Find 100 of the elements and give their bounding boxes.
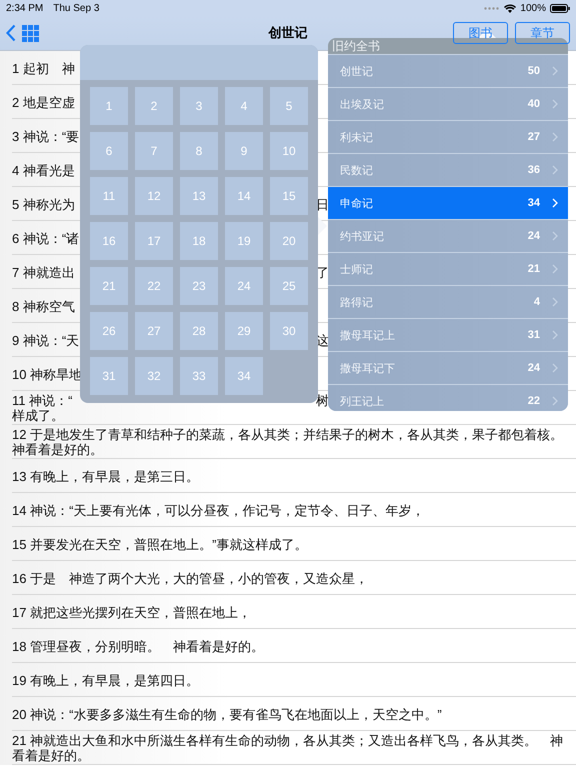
book-name: 出埃及记 <box>340 98 385 112</box>
chapter-cell[interactable]: 15 <box>270 177 308 215</box>
chapter-count: 27 <box>528 131 540 143</box>
book-name: 列王记上 <box>340 394 385 408</box>
verse-text: 3 神说：“要 <box>12 128 80 144</box>
chapter-cell[interactable]: 17 <box>135 222 173 260</box>
chevron-icon <box>552 99 558 109</box>
chapter-cell[interactable]: 27 <box>135 312 173 350</box>
battery-icon <box>550 4 570 12</box>
grid-icon[interactable] <box>22 24 39 42</box>
chapter-cell[interactable]: 1 <box>90 87 128 125</box>
chevron-icon <box>552 330 558 340</box>
chapter-cell[interactable]: 3 <box>180 87 218 125</box>
chapter-cell[interactable]: 19 <box>225 222 263 260</box>
chapter-cell[interactable]: 29 <box>225 312 263 350</box>
chapter-count: 31 <box>528 329 540 341</box>
chevron-icon <box>552 66 558 76</box>
book-name: 路得记 <box>340 296 374 310</box>
chapter-cell[interactable]: 9 <box>225 132 263 170</box>
chapter-cell[interactable]: 13 <box>180 177 218 215</box>
book-row[interactable]: 民数记 36 <box>328 153 568 186</box>
chapter-cell[interactable]: 10 <box>270 132 308 170</box>
chapter-cell[interactable]: 21 <box>90 267 128 305</box>
chapter-count: 24 <box>528 362 540 374</box>
chapter-count: 4 <box>534 296 540 308</box>
verse-text: 1 起初 神 <box>12 60 75 76</box>
book-row[interactable]: 利未记 27 <box>328 120 568 153</box>
chapter-cell[interactable]: 28 <box>180 312 218 350</box>
book-name: 申命记 <box>340 196 374 210</box>
chapter-count: 22 <box>528 395 540 407</box>
verse-text: 2 地是空虚 <box>12 94 75 110</box>
chapter-count: 21 <box>528 263 540 275</box>
book-row[interactable]: 创世记 50 <box>328 54 568 87</box>
chapter-cell[interactable]: 33 <box>180 357 218 395</box>
verse-text: 树 <box>316 393 329 408</box>
chevron-icon <box>552 363 558 373</box>
nav-title: 创世记 <box>268 24 308 42</box>
chapter-cell[interactable]: 23 <box>180 267 218 305</box>
chapter-cell[interactable]: 4 <box>225 87 263 125</box>
verse-text: 12 于是地发生了青草和结种子的菜蔬，各从其类；并结果子的树木，各从其类，果子都包着核。神看着是好的。 <box>12 427 564 457</box>
chapter-cell[interactable]: 34 <box>225 357 263 395</box>
chapter-cell[interactable]: 20 <box>270 222 308 260</box>
verse-text: 8 神称空气 <box>12 298 75 314</box>
chapter-count: 50 <box>528 65 540 77</box>
chapter-cell[interactable]: 7 <box>135 132 173 170</box>
chapter-cell[interactable]: 24 <box>225 267 263 305</box>
chapter-cell[interactable]: 26 <box>90 312 128 350</box>
chevron-icon <box>552 396 558 406</box>
book-name: 民数记 <box>340 164 374 178</box>
popover-title: 旧约全书 <box>332 38 380 54</box>
chevron-icon <box>552 231 558 241</box>
verse-text: 5 神称光为 <box>12 196 75 212</box>
chapter-cell[interactable]: 6 <box>90 132 128 170</box>
chapter-cell[interactable]: 5 <box>270 87 308 125</box>
book-row[interactable]: 列王记上 22 <box>328 384 568 411</box>
book-row[interactable]: 士师记 21 <box>328 252 568 285</box>
chevron-icon <box>552 165 558 175</box>
chapter-cell[interactable]: 8 <box>180 132 218 170</box>
verse-text: 了 <box>316 264 329 280</box>
chapter-cell[interactable]: 11 <box>90 177 128 215</box>
book-name: 士师记 <box>340 262 374 276</box>
verse-text: 日 <box>316 196 329 212</box>
verse-text: 14 神说：“天上要有光体，可以分昼夜，作记号，定节令、日子、年岁， <box>12 502 424 518</box>
chapter-count: 36 <box>528 164 540 176</box>
verse-text: 17 就把这些光摆列在天空，普照在地上， <box>12 604 252 620</box>
verse-text: 9 神说：“天 <box>12 332 80 348</box>
book-row[interactable]: 申命记 34 <box>328 186 568 219</box>
verse-text: 16 于是 神造了两个大光，大的管昼，小的管夜，又造众星， <box>12 570 368 586</box>
verse-text: 19 有晚上，有早晨，是第四日。 <box>12 672 200 688</box>
chapter-cell[interactable]: 32 <box>135 357 173 395</box>
status-time: 2:34 PM <box>6 2 44 14</box>
verse-text: 13 有晚上，有早晨，是第三日。 <box>12 468 200 484</box>
book-row[interactable]: 出埃及记 40 <box>328 87 568 120</box>
chapter-cell[interactable]: 12 <box>135 177 173 215</box>
chapter-cell[interactable]: 25 <box>270 267 308 305</box>
book-row[interactable]: 约书亚记 24 <box>328 219 568 252</box>
verse-text: 20 神说：“水要多多滋生有生命的物，要有雀鸟飞在地面以上，天空之中。” <box>12 706 442 722</box>
chapter-cell[interactable]: 22 <box>135 267 173 305</box>
chapter-cell[interactable]: 14 <box>225 177 263 215</box>
signal-icon <box>484 6 500 10</box>
chapter-count: 40 <box>528 98 540 110</box>
verse-text: 21 神就造出大鱼和水中所滋生各样有生命的动物，各从其类；又造出各样飞鸟，各从其类。 神看着是好的。 <box>12 733 564 763</box>
verse-text: 7 神就造出 <box>12 264 75 280</box>
chapter-cell[interactable]: 16 <box>90 222 128 260</box>
book-row[interactable]: 撒母耳记下 24 <box>328 351 568 384</box>
book-row[interactable]: 撒母耳记上 31 <box>328 318 568 351</box>
chapter-cell[interactable]: 30 <box>270 312 308 350</box>
verse-text: 18 管理昼夜，分别明暗。 神看着是好的。 <box>12 638 264 654</box>
book-row[interactable]: 路得记 4 <box>328 285 568 318</box>
book-name: 撒母耳记上 <box>340 328 396 342</box>
battery-level: 100% <box>520 2 546 14</box>
book-name: 创世记 <box>340 64 374 78</box>
chapter-cell[interactable]: 31 <box>90 357 128 395</box>
chevron-icon <box>552 297 558 307</box>
verse-text: 4 神看光是 <box>12 162 75 178</box>
chevron-icon <box>552 264 558 274</box>
chapter-cell[interactable]: 2 <box>135 87 173 125</box>
chapter-cell[interactable]: 18 <box>180 222 218 260</box>
back-icon[interactable] <box>6 24 16 42</box>
chapter-count: 34 <box>528 197 540 209</box>
